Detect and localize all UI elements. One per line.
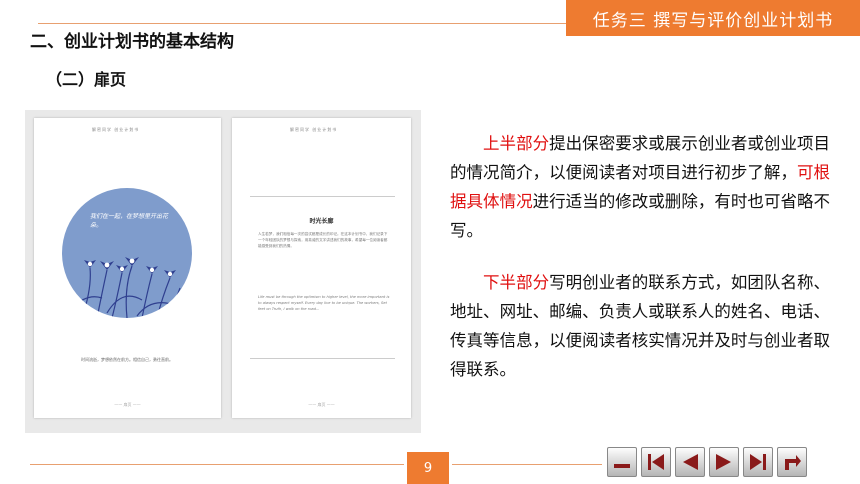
last-icon (750, 454, 766, 470)
return-button[interactable] (777, 447, 807, 477)
right-page: 解密同学 创业计划书 时光长廊 人生若梦，我们相信每一次的尝试都是成长的印记。在… (232, 118, 411, 418)
bottom-rule-left (30, 464, 404, 465)
iris-flowers-icon (71, 257, 181, 318)
subsection-title: （二）扉页 (46, 70, 127, 89)
lower-part-label: 下半部分 (483, 273, 550, 292)
upper-part-label: 上半部分 (483, 134, 550, 153)
right-page-title: 时光长廊 (309, 218, 334, 225)
left-page-header: 解密同学 创业计划书 (92, 127, 140, 132)
bottom-rule-right (452, 464, 602, 465)
page-number: 9 (407, 452, 449, 484)
task-banner: 任务三 撰写与评价创业计划书 (566, 0, 860, 36)
first-icon (648, 454, 664, 470)
blank-icon (614, 464, 630, 468)
last-slide-button[interactable] (743, 447, 773, 477)
prev-icon (683, 454, 698, 470)
next-icon (716, 454, 731, 470)
previous-slide-button[interactable] (675, 447, 705, 477)
upper-part-paragraph: 上半部分提出保密要求或展示创业者或创业项目的情况简介，以便阅读者对项目进行初步了… (450, 129, 830, 245)
right-page-footer: —— 扉页 —— (308, 402, 335, 407)
top-rule (38, 23, 570, 24)
left-page-footer: —— 扉页 —— (114, 402, 141, 407)
blank-nav-button[interactable] (607, 447, 637, 477)
lower-part-paragraph: 下半部分写明创业者的联系方式，如团队名称、地址、网址、邮编、负责人或联系人的姓名… (450, 268, 830, 384)
right-page-header: 解密同学 创业计划书 (290, 127, 338, 132)
next-slide-button[interactable] (709, 447, 739, 477)
return-icon (785, 455, 801, 470)
right-top-rule (250, 196, 395, 197)
section-title: 二、创业计划书的基本结构 (30, 32, 234, 52)
first-slide-button[interactable] (641, 447, 671, 477)
iris-illustration: 我们在一起，在梦想里开出花朵。 (62, 188, 192, 318)
left-page: 解密同学 创业计划书 我们在一起，在梦想里开出花朵。 时间流逝，梦想依然在前方。… (34, 118, 221, 418)
slide-navigation (607, 447, 807, 477)
right-page-english: Life must be through the optimism to hig… (258, 295, 390, 312)
right-bottom-rule (250, 358, 395, 359)
book-spread-image: 解密同学 创业计划书 我们在一起，在梦想里开出花朵。 时间流逝，梦想依然在前方。… (25, 110, 421, 433)
left-poem: 时间流逝，梦想依然在前方。相信自己，勇往直前。 (81, 357, 173, 362)
right-page-body: 人生若梦，我们相信每一次的尝试都是成长的印记。在这本计划书中，我们记录下一个年轻… (258, 232, 388, 249)
